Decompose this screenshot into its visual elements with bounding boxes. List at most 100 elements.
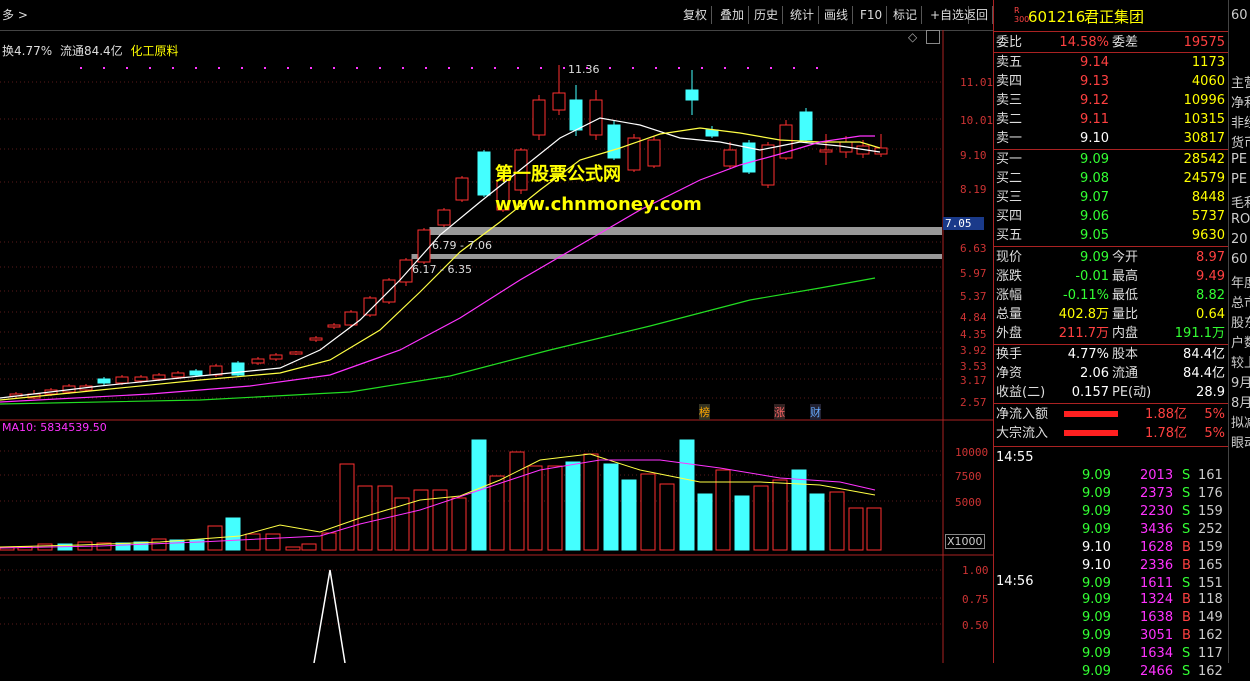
period-selector[interactable]: 多 > bbox=[2, 6, 28, 23]
signal-dot bbox=[678, 67, 680, 69]
stock-code: 601216 bbox=[1028, 8, 1086, 26]
event-tag-cai[interactable]: 财 bbox=[810, 404, 821, 420]
weibi-value: 14.58% bbox=[1059, 35, 1109, 50]
signal-dot bbox=[333, 67, 335, 69]
high-price-label: 11.36 bbox=[568, 63, 600, 76]
side-item[interactable]: 户数 bbox=[1231, 332, 1250, 351]
quote-value: 191.1万 bbox=[1174, 326, 1225, 341]
price-axis-label: 5.97 bbox=[960, 267, 987, 280]
volume-bar bbox=[225, 517, 241, 551]
indicator-axis-label: 1.00 bbox=[962, 564, 989, 577]
quote-row: 涨跌 -0.01 最高 9.49 bbox=[994, 267, 1229, 286]
candle bbox=[477, 150, 491, 197]
ask-row-3[interactable]: 卖三 9.12 10996 bbox=[994, 91, 1229, 110]
fundamental-label: PE(动) bbox=[1112, 385, 1152, 400]
side-item[interactable]: 60 bbox=[1231, 252, 1248, 267]
tick-price: 9.09 bbox=[1082, 628, 1111, 643]
side-item[interactable]: 较上 bbox=[1231, 352, 1250, 371]
event-tag-bang[interactable]: 榜 bbox=[699, 404, 710, 420]
side-item[interactable]: 净利 bbox=[1231, 92, 1250, 111]
signal-dot bbox=[448, 67, 450, 69]
toolbar-button-6[interactable]: 标记 bbox=[889, 6, 923, 24]
event-tag-zhang[interactable]: 涨 bbox=[774, 404, 785, 420]
toolbar-button-4[interactable]: 画线 bbox=[820, 6, 854, 24]
signal-dot bbox=[747, 67, 749, 69]
signal-dot bbox=[241, 67, 243, 69]
volume-bar bbox=[809, 493, 825, 551]
bid-row-2[interactable]: 买二 9.08 24579 bbox=[994, 169, 1229, 188]
side-item[interactable]: 总市 bbox=[1231, 292, 1250, 311]
fundamental-row: 换手 4.77% 股本 84.4亿 bbox=[994, 345, 1229, 364]
quote-label: 最低 bbox=[1112, 288, 1139, 303]
tick-volume: 2013 bbox=[1140, 468, 1174, 483]
quote-panel: R 300 601216 君正集团 委比 14.58% 委差 19575 卖五 9… bbox=[993, 0, 1229, 679]
bid-label: 买五 bbox=[996, 228, 1023, 243]
side-item[interactable]: 8月 bbox=[1231, 392, 1250, 411]
side-item[interactable]: 拟减 bbox=[1231, 412, 1250, 431]
bid-volume: 5737 bbox=[1191, 209, 1225, 224]
side-item[interactable]: PE bbox=[1231, 172, 1247, 187]
side-item[interactable]: 9月 bbox=[1231, 372, 1250, 391]
side-item[interactable]: RO bbox=[1231, 212, 1250, 227]
toolbar-button-1[interactable]: 叠加 bbox=[716, 6, 750, 24]
bid-row-1[interactable]: 买一 9.09 28542 bbox=[994, 150, 1229, 169]
tick-count: 118 bbox=[1198, 592, 1223, 607]
ask-row-5[interactable]: 卖五 9.14 1173 bbox=[994, 53, 1229, 72]
expand-icon[interactable] bbox=[926, 30, 940, 44]
bid-row-3[interactable]: 买三 9.07 8448 bbox=[994, 188, 1229, 207]
side-item[interactable]: 毛利 bbox=[1231, 192, 1250, 211]
signal-dot bbox=[724, 67, 726, 69]
fundamental-value: 84.4亿 bbox=[1183, 347, 1225, 362]
side-item[interactable]: 60 bbox=[1231, 8, 1248, 23]
price-axis-label: 4.35 bbox=[960, 328, 987, 341]
flow-bar bbox=[1064, 430, 1118, 436]
fundamental-label: 净资 bbox=[996, 366, 1023, 381]
ask-row-1[interactable]: 卖一 9.10 30817 bbox=[994, 129, 1229, 148]
ask-row-2[interactable]: 卖二 9.11 10315 bbox=[994, 110, 1229, 129]
bid-row-4[interactable]: 买四 9.06 5737 bbox=[994, 207, 1229, 226]
side-item[interactable]: 年度 bbox=[1231, 272, 1250, 291]
volume-bar bbox=[509, 451, 525, 551]
diamond-icon[interactable]: ◇ bbox=[908, 30, 917, 44]
bid-price: 9.08 bbox=[1080, 171, 1109, 186]
ask-volume: 30817 bbox=[1183, 131, 1225, 146]
volume-bar bbox=[848, 507, 864, 551]
tick-count: 162 bbox=[1198, 664, 1223, 679]
weibi-label: 委比 bbox=[996, 35, 1023, 50]
volume-axis-label: 7500 bbox=[955, 470, 982, 483]
side-item[interactable]: 20 bbox=[1231, 232, 1248, 247]
price-axis-label: 5.37 bbox=[960, 290, 987, 303]
toolbar-button-3[interactable]: 统计 bbox=[786, 6, 820, 24]
toolbar-button-2[interactable]: 历史 bbox=[750, 6, 784, 24]
fundamental-row: 净资 2.06 流通 84.4亿 bbox=[994, 364, 1229, 383]
bid-volume: 28542 bbox=[1183, 152, 1225, 167]
tick-row: 9.09 1634 S 117 bbox=[994, 644, 1229, 663]
fundamental-row: 收益(二) 0.157 PE(动) 28.9 bbox=[994, 383, 1229, 402]
tick-side: S bbox=[1182, 468, 1191, 483]
volume-ma-label: MA10: 5834539.50 bbox=[2, 421, 107, 434]
volume-bar bbox=[432, 489, 448, 551]
toolbar-button-5[interactable]: F10 bbox=[856, 6, 888, 24]
side-item[interactable]: 股东 bbox=[1231, 312, 1250, 331]
f10-side-panel[interactable]: 60主营净利非经货币PEPE毛利RO2060年度总市股东户数较上9月8月拟减眼动 bbox=[1228, 0, 1250, 663]
ask-row-4[interactable]: 卖四 9.13 4060 bbox=[994, 72, 1229, 91]
kline-chart-area[interactable]: 换4.77% 流通84.4亿 化工原料 ◇ 11.36 6.79 - 7.06 … bbox=[0, 30, 993, 663]
tick-side: B bbox=[1182, 628, 1191, 643]
side-item[interactable]: 主营 bbox=[1231, 72, 1250, 91]
chart-toolbar: 多 > 复权 叠加 历史 统计 画线 F10 标记 +自选 返回 bbox=[0, 0, 993, 31]
tick-volume: 1634 bbox=[1140, 646, 1174, 661]
side-item[interactable]: 眼动 bbox=[1231, 432, 1250, 451]
side-item[interactable]: 货币 bbox=[1231, 132, 1250, 151]
turnover-text: 换4.77% bbox=[2, 44, 53, 58]
tick-price: 9.09 bbox=[1082, 522, 1111, 537]
volume-unit-label: X1000 bbox=[945, 534, 985, 549]
toolbar-button-0[interactable]: 复权 bbox=[679, 6, 713, 24]
ask-label: 卖一 bbox=[996, 131, 1023, 146]
quote-label: 今开 bbox=[1112, 250, 1139, 265]
side-item[interactable]: PE bbox=[1231, 152, 1247, 167]
quote-label: 外盘 bbox=[996, 326, 1023, 341]
toolbar-button-8[interactable]: 返回 bbox=[960, 6, 993, 24]
side-item[interactable]: 非经 bbox=[1231, 112, 1250, 131]
bid-price: 9.06 bbox=[1080, 209, 1109, 224]
bid-row-5[interactable]: 买五 9.05 9630 bbox=[994, 226, 1229, 245]
